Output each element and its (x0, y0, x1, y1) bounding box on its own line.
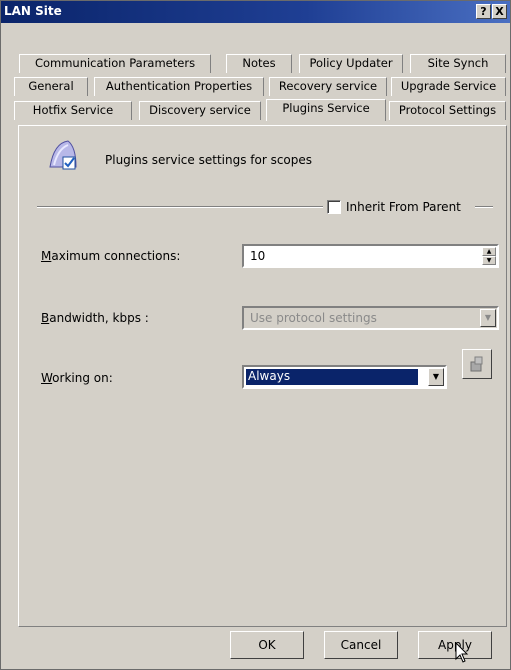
window-title: LAN Site (4, 4, 62, 18)
tab-site-synch[interactable]: Site Synch (410, 54, 506, 73)
mouse-pointer-icon (455, 642, 469, 663)
help-button[interactable]: ? (476, 4, 491, 19)
tab-communication-parameters[interactable]: Communication Parameters (19, 54, 211, 73)
max-connections-spinbox[interactable]: 10 ▲ ▼ (242, 244, 499, 268)
separator-line-end (475, 206, 493, 208)
bandwidth-dropdown: Use protocol settings ▼ (242, 306, 499, 330)
spin-down-icon[interactable]: ▼ (482, 256, 496, 265)
tab-plugins-service[interactable]: Plugins Service (266, 99, 386, 121)
tab-discovery-service[interactable]: Discovery service (139, 101, 261, 120)
plugins-scope-icon (49, 140, 77, 170)
panel-heading: Plugins service settings for scopes (105, 153, 313, 167)
tab-protocol-settings[interactable]: Protocol Settings (389, 101, 506, 120)
chevron-down-icon: ▼ (480, 309, 496, 327)
spin-buttons[interactable]: ▲ ▼ (482, 247, 496, 265)
max-connections-label: Maximum connections: (41, 249, 181, 263)
working-on-label-rest: orking on: (52, 371, 113, 385)
cancel-button[interactable]: Cancel (324, 631, 398, 659)
inherit-from-parent-label[interactable]: Inherit From Parent (346, 200, 461, 214)
tab-general[interactable]: General (14, 77, 88, 96)
chevron-down-icon[interactable]: ▼ (428, 368, 444, 386)
tab-policy-updater[interactable]: Policy Updater (299, 54, 403, 73)
max-connections-label-rest: aximum connections: (51, 249, 181, 263)
inherit-checkbox[interactable] (327, 200, 341, 214)
schedule-edit-button[interactable] (462, 349, 492, 379)
working-on-label: Working on: (41, 371, 113, 385)
close-button[interactable]: X (492, 4, 507, 19)
tab-recovery-service[interactable]: Recovery service (269, 77, 387, 96)
title-bar[interactable]: LAN Site ? X (1, 1, 510, 23)
tab-hotfix-service[interactable]: Hotfix Service (14, 101, 132, 120)
bandwidth-value: Use protocol settings (250, 311, 377, 325)
ok-button[interactable]: OK (230, 631, 304, 659)
tab-authentication-properties[interactable]: Authentication Properties (94, 77, 264, 96)
working-on-value: Always (248, 369, 291, 383)
tab-notes[interactable]: Notes (226, 54, 292, 73)
max-connections-value: 10 (250, 249, 266, 263)
bandwidth-label-rest: andwidth, kbps : (49, 311, 149, 325)
bandwidth-label: Bandwidth, kbps : (41, 311, 149, 325)
lan-site-dialog: LAN Site ? X Communication Parameters No… (0, 0, 511, 670)
schedule-edit-icon (470, 356, 483, 372)
spin-up-icon[interactable]: ▲ (482, 247, 496, 256)
working-on-dropdown[interactable]: Always ▼ (242, 365, 447, 389)
tab-upgrade-service[interactable]: Upgrade Service (391, 77, 506, 96)
separator-line (37, 206, 323, 208)
